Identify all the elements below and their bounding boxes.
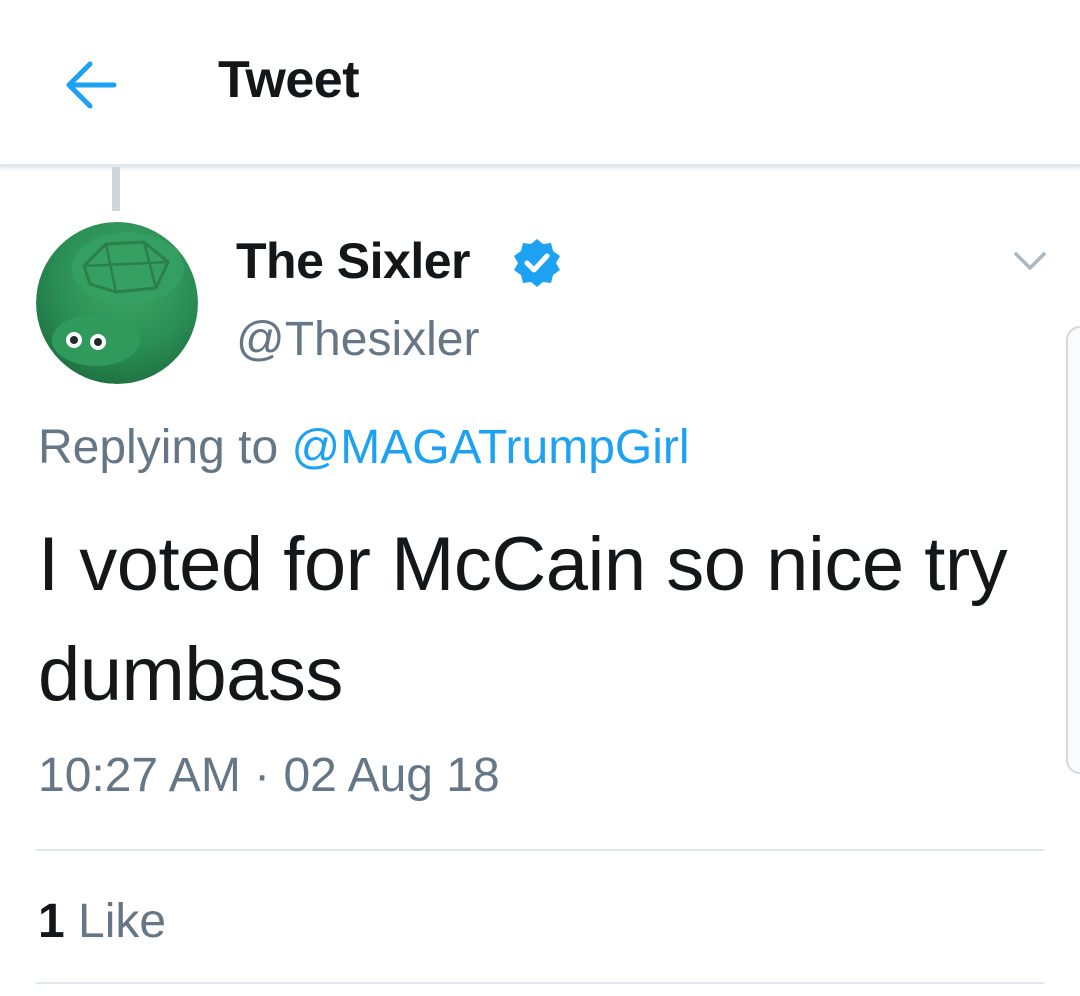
reply-to-handle-link[interactable]: @MAGATrumpGirl (291, 421, 689, 474)
username-handle[interactable]: @Thesixler (236, 312, 479, 367)
avatar[interactable] (36, 222, 198, 384)
tweet-date: 02 Aug 18 (283, 749, 500, 802)
scrollbar-edge[interactable] (1066, 326, 1080, 774)
back-button[interactable] (56, 50, 126, 120)
turtle-avatar-image (36, 222, 198, 384)
tweet-time: 10:27 AM (38, 749, 241, 802)
like-label: Like (78, 895, 167, 948)
chevron-down-icon (1014, 252, 1046, 270)
likes-stat[interactable]: 1 Like (38, 894, 166, 949)
more-options-button[interactable] (1010, 240, 1050, 280)
tweet-timestamp: 10:27 AM · 02 Aug 18 (38, 748, 500, 803)
replying-to-line: Replying to @MAGATrumpGirl (38, 420, 690, 475)
replying-to-label: Replying to (38, 421, 279, 474)
verified-badge-icon (514, 239, 560, 287)
timestamp-separator: · (254, 749, 271, 802)
top-app-bar: Tweet (0, 0, 1080, 167)
arrow-left-icon (66, 61, 117, 109)
page-title: Tweet (218, 51, 360, 109)
display-name[interactable]: The Sixler (236, 232, 471, 290)
like-count: 1 (38, 895, 65, 948)
divider (36, 982, 1044, 984)
tweet-text: I voted for McCain so nice try dumbass (38, 522, 1008, 717)
divider (36, 849, 1044, 851)
thread-connector-line (112, 167, 120, 211)
